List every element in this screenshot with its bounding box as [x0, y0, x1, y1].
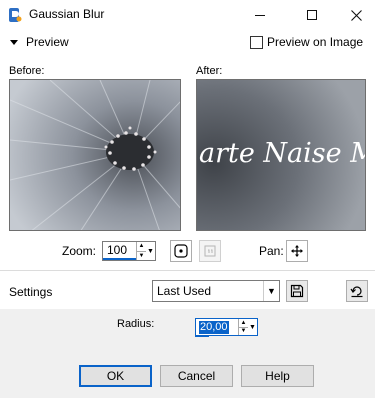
- preview-on-image-checkbox[interactable]: [250, 35, 263, 49]
- zoom-fit-icon: [174, 244, 188, 258]
- zoom-field[interactable]: 100 ▲ ▼ ▼: [102, 241, 156, 261]
- reset-icon: [350, 286, 363, 298]
- paintshop-app-icon: [8, 7, 22, 23]
- close-icon: [350, 9, 362, 21]
- flower-image: [10, 80, 180, 230]
- watermark-signature: arte Naise M: [199, 138, 366, 169]
- floppy-disk-icon: [290, 284, 304, 298]
- help-button[interactable]: Help: [241, 365, 314, 387]
- radius-spinner[interactable]: ▲ ▼: [238, 319, 248, 335]
- radius-field[interactable]: 20,00 ▲ ▼ ▼: [195, 318, 258, 336]
- ok-button[interactable]: OK: [79, 365, 152, 387]
- actual-size-icon: [204, 245, 216, 257]
- zoom-spinner[interactable]: ▲ ▼: [136, 242, 146, 260]
- radius-label: Radius:: [117, 318, 155, 330]
- preview-on-image-label: Preview on Image: [267, 35, 364, 49]
- settings-selected-value: Last Used: [157, 284, 212, 298]
- before-preview[interactable]: [9, 79, 181, 231]
- preview-label: Preview: [26, 35, 69, 49]
- close-button[interactable]: [333, 0, 375, 30]
- radius-dropdown-arrow-icon[interactable]: ▼: [248, 319, 257, 335]
- collapse-triangle-icon: [10, 39, 18, 45]
- settings-label: Settings: [9, 285, 53, 299]
- minimize-button[interactable]: [237, 0, 283, 30]
- zoom-value[interactable]: 100: [103, 242, 136, 260]
- radius-value[interactable]: 20,00: [199, 320, 229, 334]
- maximize-icon: [307, 10, 317, 20]
- pan-move-icon: [291, 245, 303, 257]
- reset-defaults-button[interactable]: [346, 280, 368, 302]
- actual-size-button[interactable]: [199, 240, 221, 262]
- maximize-button[interactable]: [289, 0, 335, 30]
- pan-button[interactable]: [286, 240, 308, 262]
- zoom-dropdown-arrow-icon[interactable]: ▼: [146, 242, 155, 260]
- preview-on-image-checkbox-row[interactable]: Preview on Image: [250, 35, 363, 49]
- spin-down-icon[interactable]: ▼: [239, 326, 248, 336]
- chevron-down-icon[interactable]: ▼: [263, 281, 279, 301]
- spin-down-icon[interactable]: ▼: [137, 250, 146, 261]
- pan-label: Pan:: [259, 244, 284, 258]
- minimize-icon: [255, 14, 265, 16]
- zoom-fit-button[interactable]: [170, 240, 192, 262]
- cancel-button[interactable]: Cancel: [160, 365, 233, 387]
- spin-up-icon[interactable]: ▲: [137, 242, 146, 251]
- before-label: Before:: [9, 65, 45, 77]
- preview-toggle[interactable]: Preview: [10, 35, 69, 49]
- zoom-label: Zoom:: [62, 244, 97, 258]
- spin-up-icon[interactable]: ▲: [239, 319, 248, 327]
- after-label: After:: [196, 65, 223, 77]
- save-preset-button[interactable]: [286, 280, 308, 302]
- after-preview[interactable]: arte Naise M: [196, 79, 366, 231]
- radius-slider-indicator: [195, 335, 209, 337]
- window-title: Gaussian Blur: [29, 7, 105, 21]
- radius-input[interactable]: 20,00: [196, 319, 238, 335]
- settings-preset-select[interactable]: Last Used ▼: [152, 280, 280, 302]
